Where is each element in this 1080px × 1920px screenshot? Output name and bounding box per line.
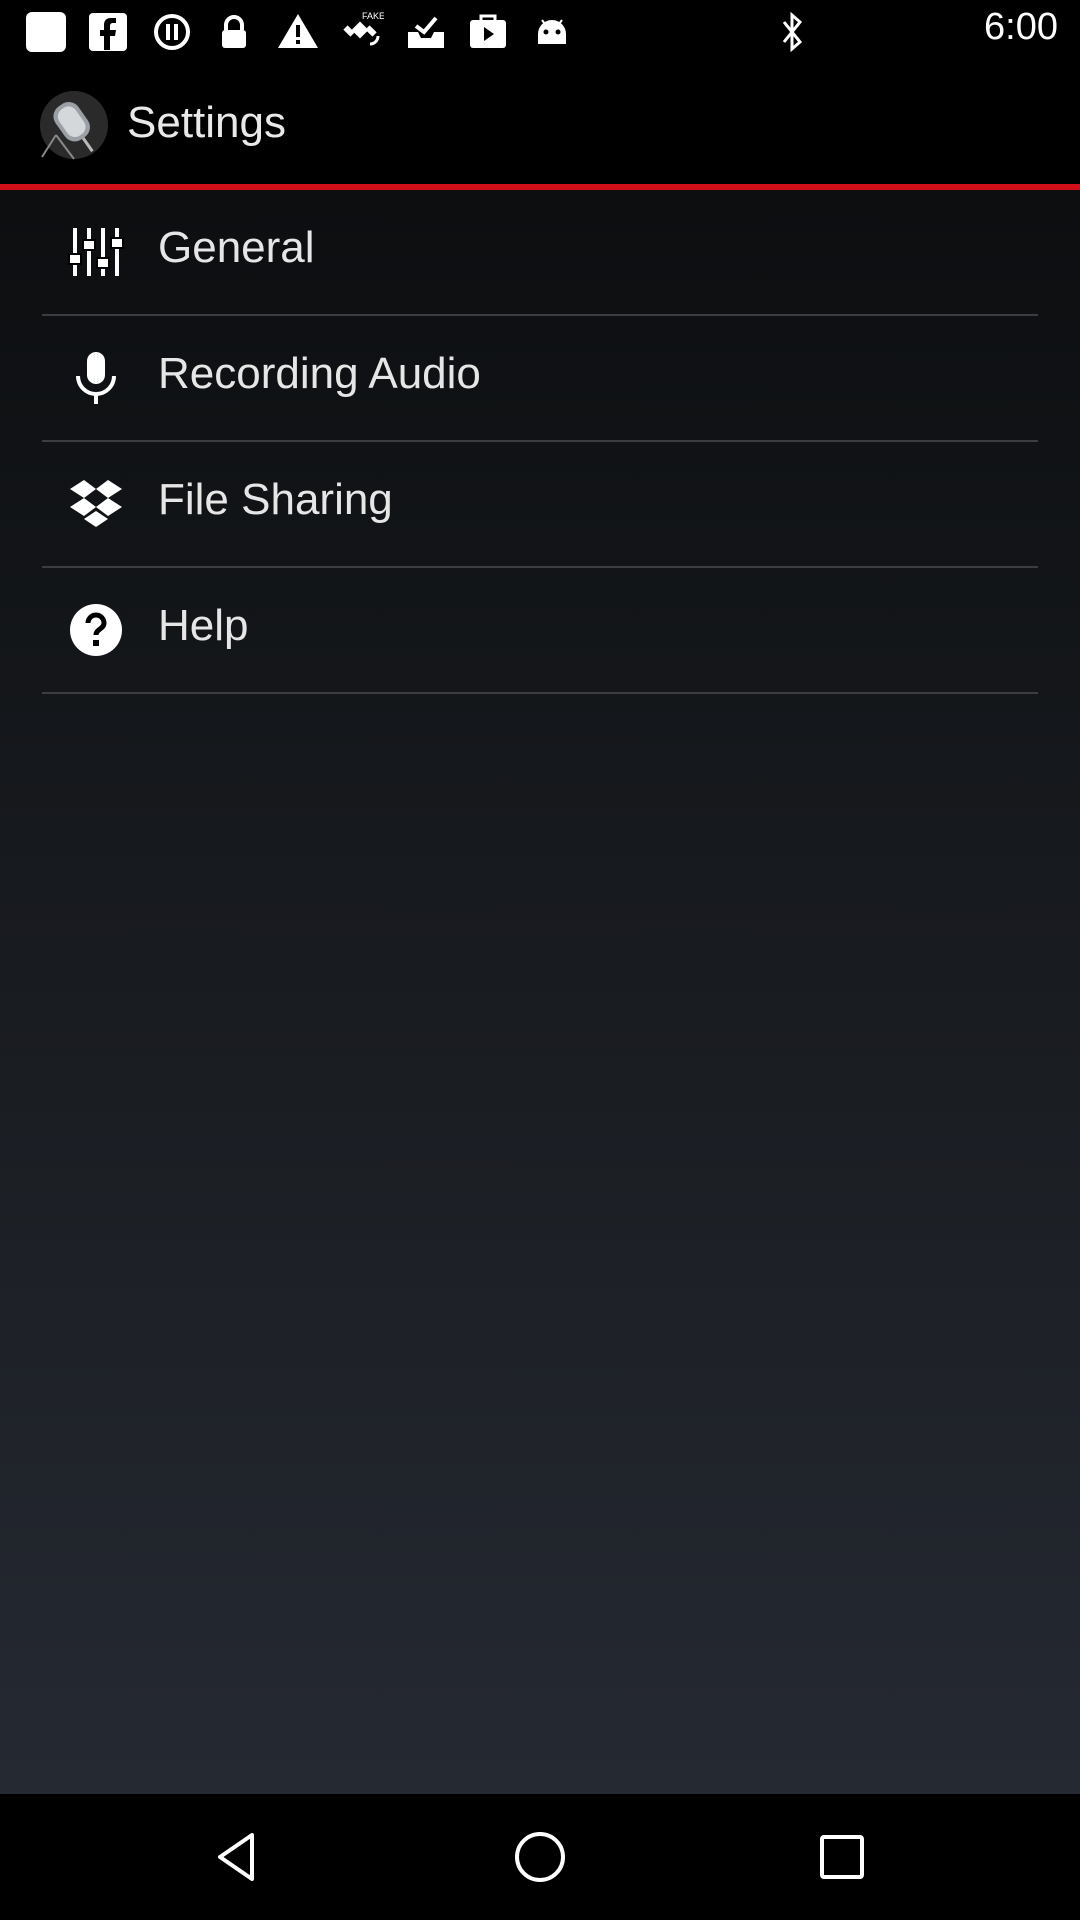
settings-list: General Recording Audio File Sharing Hel… — [0, 190, 1080, 1794]
menu-item-help[interactable]: Help — [42, 568, 1038, 694]
menu-label-recording-audio: Recording Audio — [158, 349, 481, 398]
navigation-bar — [0, 1794, 1080, 1920]
sliders-icon — [68, 224, 124, 280]
status-bar: FAKE 6:00 — [0, 0, 1080, 62]
inbox-check-icon — [404, 10, 448, 54]
square-icon — [24, 10, 68, 54]
menu-item-file-sharing[interactable]: File Sharing — [42, 442, 1038, 568]
screen: FAKE 6:00 Settings General Recording Aud… — [0, 0, 1080, 1920]
menu-item-recording-audio[interactable]: Recording Audio — [42, 316, 1038, 442]
app-title: Settings — [127, 98, 286, 147]
recents-icon[interactable] — [812, 1827, 872, 1887]
microphone-icon — [68, 350, 124, 406]
app-bar: Settings — [0, 62, 1080, 184]
bluetooth-icon — [770, 10, 814, 54]
lock-icon — [212, 10, 256, 54]
dropbox-icon — [68, 476, 124, 532]
menu-label-general: General — [158, 223, 315, 272]
menu-item-general[interactable]: General — [42, 190, 1038, 316]
satellite-fake-gps-icon: FAKE — [340, 10, 384, 54]
android-icon — [530, 10, 574, 54]
briefcase-play-icon — [466, 10, 510, 54]
pause-circle-icon — [150, 10, 194, 54]
back-icon[interactable] — [208, 1827, 268, 1887]
home-icon[interactable] — [510, 1827, 570, 1887]
microphone-app-logo-icon[interactable] — [34, 87, 112, 165]
menu-label-help: Help — [158, 601, 249, 650]
warning-icon — [276, 10, 320, 54]
facebook-icon — [86, 10, 130, 54]
menu-label-file-sharing: File Sharing — [158, 475, 393, 524]
status-clock: 6:00 — [984, 6, 1058, 48]
svg-text:FAKE: FAKE — [362, 11, 384, 21]
help-circle-icon — [68, 602, 124, 658]
